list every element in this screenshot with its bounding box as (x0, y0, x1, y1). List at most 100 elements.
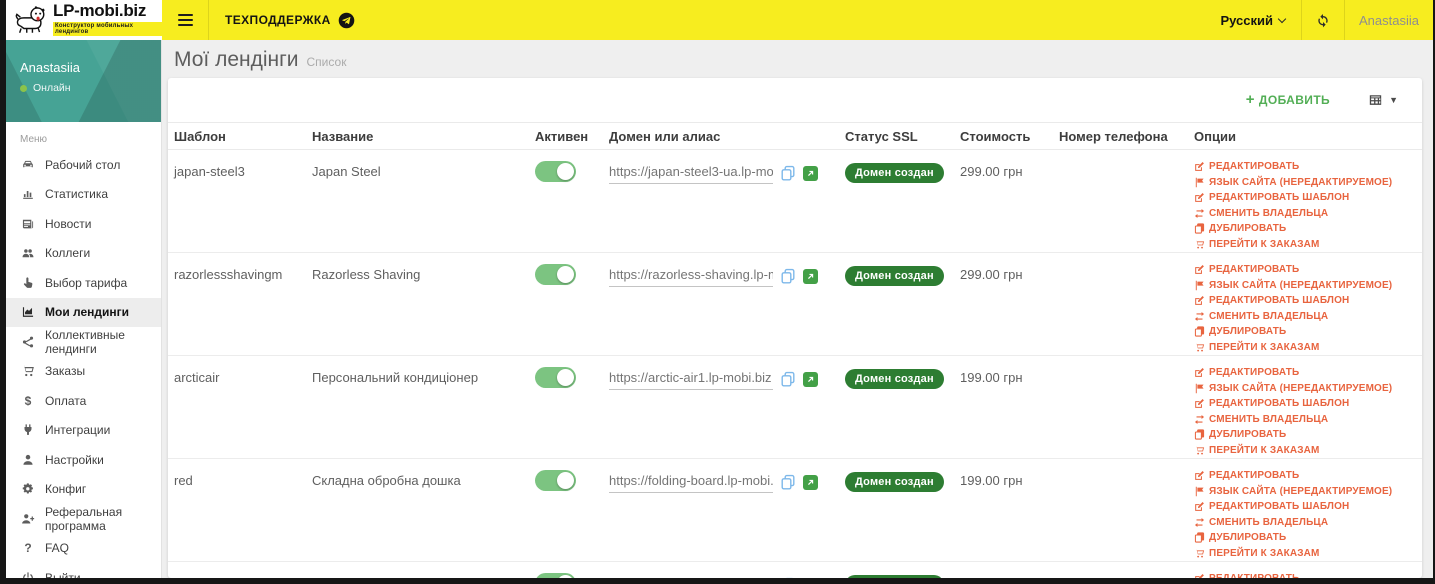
sidebar-item-news[interactable]: Новости (6, 209, 161, 239)
domain-input[interactable] (609, 164, 773, 184)
option-link-label: ЯЗЫК САЙТА (НЕРЕДАКТИРУЕМОЕ) (1209, 279, 1393, 291)
option-link-cart-5[interactable]: ПЕРЕЙТИ К ЗАКАЗАМ (1194, 443, 1422, 459)
sidebar-user-status: Онлайн (20, 82, 161, 94)
plug-icon (20, 423, 36, 438)
sidebar-item-my-landings[interactable]: Мои лендинги (6, 297, 161, 327)
option-link-swap-3[interactable]: СМЕНИТЬ ВЛАДЕЛЬЦА (1194, 206, 1422, 222)
refresh-button[interactable] (1302, 0, 1344, 40)
active-toggle[interactable] (535, 573, 576, 578)
option-link-edit-2[interactable]: РЕДАКТИРОВАТЬ ШАБЛОН (1194, 293, 1422, 309)
option-link-label: ЯЗЫК САЙТА (НЕРЕДАКТИРУЕМОЕ) (1209, 382, 1393, 394)
option-link-cart-5[interactable]: ПЕРЕЙТИ К ЗАКАЗАМ (1194, 546, 1422, 562)
telegram-icon (338, 12, 355, 28)
add-button[interactable]: + ДОБАВИТЬ (1240, 91, 1336, 109)
copy-domain-icon[interactable] (780, 474, 796, 491)
hamburger-menu-button[interactable] (162, 0, 208, 40)
edit-icon (1194, 501, 1205, 512)
table-view-button[interactable]: ▼ (1362, 92, 1404, 108)
edit-icon (1194, 161, 1205, 172)
option-link-copy-4[interactable]: ДУБЛИРОВАТЬ (1194, 530, 1422, 546)
edit-icon (1194, 295, 1205, 306)
chevron-down-icon (1277, 14, 1287, 23)
sidebar-item-desktop[interactable]: Рабочий стол (6, 150, 161, 180)
option-link-copy-4[interactable]: ДУБЛИРОВАТЬ (1194, 221, 1422, 237)
online-status-label: Онлайн (33, 82, 71, 94)
landing-name: Japan Steel (312, 164, 381, 179)
cost-value: 299.00 грн (960, 164, 1023, 179)
option-link-copy-4[interactable]: ДУБЛИРОВАТЬ (1194, 324, 1422, 340)
sidebar-item-orders[interactable]: Заказы (6, 357, 161, 387)
option-link-flag-1[interactable]: ЯЗЫК САЙТА (НЕРЕДАКТИРУЕМОЕ) (1194, 278, 1422, 294)
option-link-swap-3[interactable]: СМЕНИТЬ ВЛАДЕЛЬЦА (1194, 309, 1422, 325)
copy-domain-icon[interactable] (780, 165, 796, 182)
sidebar-item-statistics[interactable]: Статистика (6, 180, 161, 210)
copy-domain-icon[interactable] (780, 371, 796, 388)
sidebar-item-integrations[interactable]: Интеграции (6, 416, 161, 446)
landing-name: Складна обробна дошка (312, 473, 461, 488)
domain-input[interactable] (609, 370, 773, 390)
option-link-label: РЕДАКТИРОВАТЬ ШАБЛОН (1209, 295, 1350, 306)
toggle-knob (557, 266, 574, 283)
option-link-edit-0[interactable]: РЕДАКТИРОВАТЬ (1194, 262, 1422, 278)
sidebar-item-faq[interactable]: ? FAQ (6, 534, 161, 564)
brand-logo[interactable]: LP-mobi.biz Конструктор мобильных лендин… (6, 0, 162, 40)
toggle-knob (557, 575, 574, 578)
cart-icon (1194, 342, 1205, 353)
option-link-cart-5[interactable]: ПЕРЕЙТИ К ЗАКАЗАМ (1194, 237, 1422, 253)
domain-input[interactable] (609, 576, 773, 578)
edit-icon (1194, 470, 1205, 481)
sidebar-item-settings[interactable]: Настройки (6, 445, 161, 475)
option-link-label: ПЕРЕЙТИ К ЗАКАЗАМ (1209, 547, 1320, 559)
option-link-edit-0[interactable]: РЕДАКТИРОВАТЬ (1194, 468, 1422, 484)
sidebar-item-colleagues[interactable]: Коллеги (6, 239, 161, 269)
option-link-label: РЕДАКТИРОВАТЬ (1209, 264, 1300, 275)
option-link-edit-2[interactable]: РЕДАКТИРОВАТЬ ШАБЛОН (1194, 396, 1422, 412)
question-icon: ? (24, 541, 32, 556)
sidebar-item-payment[interactable]: $ Оплата (6, 386, 161, 416)
copy-domain-icon[interactable] (780, 577, 796, 578)
sidebar-item-config[interactable]: Конфиг (6, 475, 161, 505)
power-icon (20, 570, 36, 578)
domain-cell (609, 370, 839, 390)
active-toggle[interactable] (535, 264, 576, 285)
open-site-icon[interactable] (803, 166, 818, 181)
active-toggle[interactable] (535, 161, 576, 182)
option-link-flag-1[interactable]: ЯЗЫК САЙТА (НЕРЕДАКТИРУЕМОЕ) (1194, 381, 1422, 397)
sidebar-item-referral[interactable]: Реферальная программа (6, 504, 161, 534)
sidebar-item-label: Статистика (45, 187, 109, 202)
option-link-swap-3[interactable]: СМЕНИТЬ ВЛАДЕЛЬЦА (1194, 515, 1422, 531)
domain-input[interactable] (609, 473, 773, 493)
option-link-edit-2[interactable]: РЕДАКТИРОВАТЬ ШАБЛОН (1194, 190, 1422, 206)
open-site-icon[interactable] (803, 372, 818, 387)
option-link-edit-0[interactable]: РЕДАКТИРОВАТЬ (1194, 365, 1422, 381)
support-button[interactable]: ТЕХПОДДЕРЖКА (209, 0, 371, 40)
options-links: РЕДАКТИРОВАТЬ ЯЗЫК САЙТА (НЕРЕДАКТИРУЕМОЕ… (1194, 159, 1422, 252)
option-link-edit-2[interactable]: РЕДАКТИРОВАТЬ ШАБЛОН (1194, 499, 1422, 515)
cost-value: 499.00 грн (960, 576, 1023, 578)
open-site-icon[interactable] (803, 475, 818, 490)
domain-input[interactable] (609, 267, 773, 287)
option-link-edit-0[interactable]: РЕДАКТИРОВАТЬ (1194, 159, 1422, 175)
copy-domain-icon[interactable] (780, 268, 796, 285)
page-subtitle: Список (306, 55, 347, 69)
option-link-label: ПЕРЕЙТИ К ЗАКАЗАМ (1209, 444, 1320, 456)
option-link-cart-5[interactable]: ПЕРЕЙТИ К ЗАКАЗАМ (1194, 340, 1422, 356)
caret-down-icon: ▼ (1389, 95, 1398, 105)
option-link-flag-1[interactable]: ЯЗЫК САЙТА (НЕРЕДАКТИРУЕМОЕ) (1194, 484, 1422, 500)
option-link-swap-3[interactable]: СМЕНИТЬ ВЛАДЕЛЬЦА (1194, 412, 1422, 428)
user-plus-icon (20, 511, 36, 526)
ssl-status-badge: Домен создан (845, 369, 944, 389)
topbar-yellow: ТЕХПОДДЕРЖКА Русский Anastasiia (162, 0, 1433, 40)
option-link-copy-4[interactable]: ДУБЛИРОВАТЬ (1194, 427, 1422, 443)
option-link-label: РЕДАКТИРОВАТЬ (1209, 571, 1299, 578)
open-site-icon[interactable] (803, 269, 818, 284)
sidebar-item-collective-landings[interactable]: Коллективные лендинги (6, 327, 161, 357)
option-link-edit-0[interactable]: РЕДАКТИРОВАТЬ (1194, 571, 1422, 578)
language-dropdown[interactable]: Русский (1204, 0, 1301, 40)
active-toggle[interactable] (535, 367, 576, 388)
topbar-username[interactable]: Anastasiia (1345, 0, 1433, 40)
sidebar-item-tariff[interactable]: Выбор тарифа (6, 268, 161, 298)
active-toggle[interactable] (535, 470, 576, 491)
option-link-flag-1[interactable]: ЯЗЫК САЙТА (НЕРЕДАКТИРУЕМОЕ) (1194, 175, 1422, 191)
sidebar-item-logout[interactable]: Выйти (6, 563, 161, 578)
